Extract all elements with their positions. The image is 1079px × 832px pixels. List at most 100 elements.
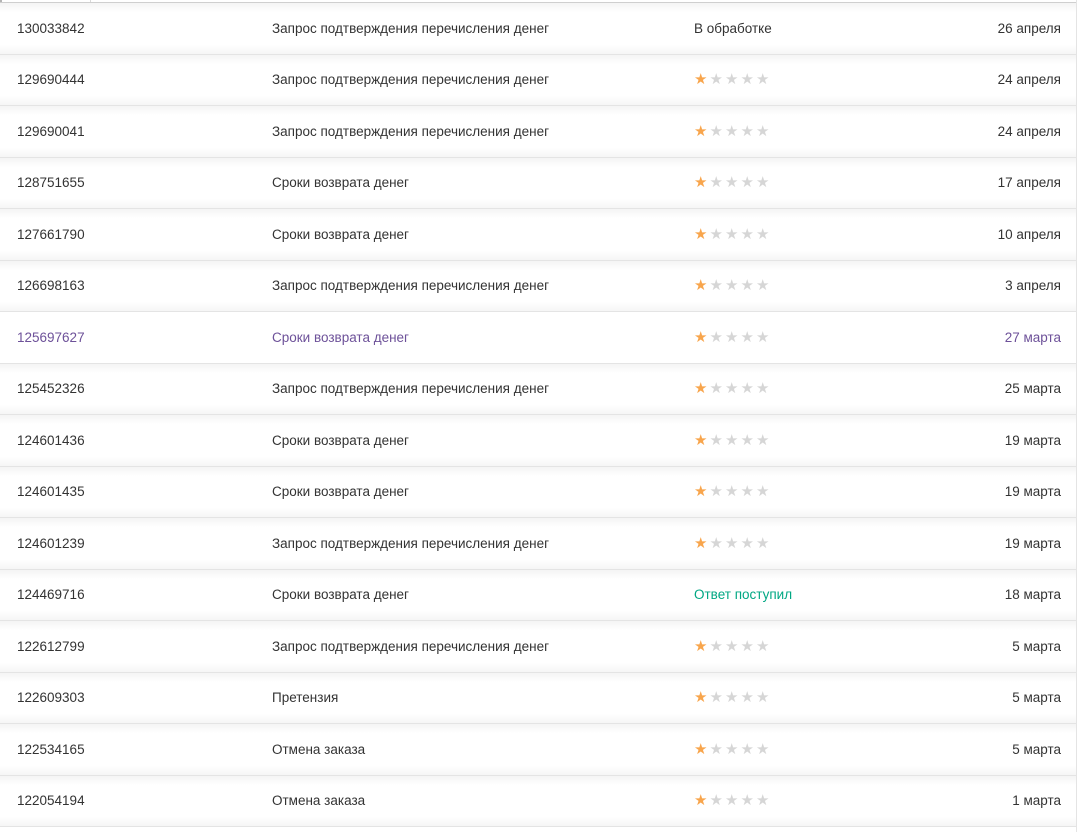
table-row[interactable]: 124601239 Запрос подтверждения перечисле… bbox=[0, 517, 1077, 569]
request-date: 27 марта bbox=[950, 330, 1077, 345]
star-empty-icon: ★ bbox=[710, 381, 726, 396]
rating-stars: ★★★★★ bbox=[694, 381, 772, 396]
star-filled-icon: ★ bbox=[694, 278, 710, 293]
request-status: ★★★★★ bbox=[694, 433, 950, 448]
star-filled-icon: ★ bbox=[694, 536, 710, 551]
rating-stars: ★★★★★ bbox=[694, 278, 772, 293]
star-empty-icon: ★ bbox=[741, 72, 757, 87]
request-topic: Запрос подтверждения перечисления денег bbox=[272, 124, 694, 139]
request-topic: Отмена заказа bbox=[272, 793, 694, 808]
request-id: 126698163 bbox=[0, 278, 272, 293]
table-row[interactable]: 129690041 Запрос подтверждения перечисле… bbox=[0, 105, 1077, 157]
star-empty-icon: ★ bbox=[741, 330, 757, 345]
request-topic: Сроки возврата денег bbox=[272, 433, 694, 448]
request-status: ★★★★★ bbox=[694, 536, 950, 551]
table-row[interactable]: 122534165 Отмена заказа ★★★★★ 5 марта bbox=[0, 723, 1077, 775]
star-empty-icon: ★ bbox=[756, 433, 772, 448]
table-row[interactable]: 130033842 Запрос подтверждения перечисле… bbox=[0, 2, 1077, 54]
rating-stars: ★★★★★ bbox=[694, 72, 772, 87]
star-empty-icon: ★ bbox=[725, 227, 741, 242]
request-status: ★★★★★ bbox=[694, 124, 950, 139]
rating-stars: ★★★★★ bbox=[694, 690, 772, 705]
request-topic: Сроки возврата денег bbox=[272, 587, 694, 602]
request-topic: Запрос подтверждения перечисления денег bbox=[272, 536, 694, 551]
rating-stars: ★★★★★ bbox=[694, 793, 772, 808]
star-empty-icon: ★ bbox=[725, 742, 741, 757]
table-row[interactable]: 122609303 Претензия ★★★★★ 5 марта bbox=[0, 672, 1077, 724]
table-row[interactable]: 126698163 Запрос подтверждения перечисле… bbox=[0, 260, 1077, 312]
request-status: В обработке bbox=[694, 21, 950, 36]
star-empty-icon: ★ bbox=[756, 175, 772, 190]
star-empty-icon: ★ bbox=[756, 536, 772, 551]
request-topic: Сроки возврата денег bbox=[272, 484, 694, 499]
star-empty-icon: ★ bbox=[741, 381, 757, 396]
rating-stars: ★★★★★ bbox=[694, 484, 772, 499]
request-topic: Запрос подтверждения перечисления денег bbox=[272, 72, 694, 87]
star-empty-icon: ★ bbox=[756, 278, 772, 293]
star-filled-icon: ★ bbox=[694, 330, 710, 345]
star-empty-icon: ★ bbox=[725, 381, 741, 396]
request-status: ★★★★★ bbox=[694, 484, 950, 499]
table-row[interactable]: 124601436 Сроки возврата денег ★★★★★ 19 … bbox=[0, 414, 1077, 466]
table-row[interactable]: 124601435 Сроки возврата денег ★★★★★ 19 … bbox=[0, 466, 1077, 518]
request-id: 125697627 bbox=[0, 330, 272, 345]
table-row[interactable]: 129690444 Запрос подтверждения перечисле… bbox=[0, 54, 1077, 106]
table-row[interactable]: 124469716 Сроки возврата денег Ответ пос… bbox=[0, 569, 1077, 621]
request-topic: Запрос подтверждения перечисления денег bbox=[272, 639, 694, 654]
star-empty-icon: ★ bbox=[725, 484, 741, 499]
table-row[interactable]: 127661790 Сроки возврата денег ★★★★★ 10 … bbox=[0, 208, 1077, 260]
star-empty-icon: ★ bbox=[725, 124, 741, 139]
request-date: 24 апреля bbox=[950, 124, 1077, 139]
star-empty-icon: ★ bbox=[710, 484, 726, 499]
request-date: 17 апреля bbox=[950, 175, 1077, 190]
star-empty-icon: ★ bbox=[725, 175, 741, 190]
table-row[interactable]: 125452326 Запрос подтверждения перечисле… bbox=[0, 363, 1077, 415]
star-empty-icon: ★ bbox=[756, 381, 772, 396]
table-row[interactable]: 122612799 Запрос подтверждения перечисле… bbox=[0, 620, 1077, 672]
star-empty-icon: ★ bbox=[756, 72, 772, 87]
rating-stars: ★★★★★ bbox=[694, 124, 772, 139]
request-status: ★★★★★ bbox=[694, 793, 950, 808]
request-id: 125452326 bbox=[0, 381, 272, 396]
star-empty-icon: ★ bbox=[741, 227, 757, 242]
star-empty-icon: ★ bbox=[710, 330, 726, 345]
star-empty-icon: ★ bbox=[741, 690, 757, 705]
request-id: 124469716 bbox=[0, 587, 272, 602]
star-empty-icon: ★ bbox=[710, 690, 726, 705]
request-date: 19 марта bbox=[950, 484, 1077, 499]
support-requests-page: 130033842 Запрос подтверждения перечисле… bbox=[0, 0, 1079, 832]
table-row[interactable]: 128751655 Сроки возврата денег ★★★★★ 17 … bbox=[0, 157, 1077, 209]
request-id: 129690444 bbox=[0, 72, 272, 87]
star-empty-icon: ★ bbox=[725, 536, 741, 551]
star-filled-icon: ★ bbox=[694, 690, 710, 705]
request-id: 122609303 bbox=[0, 690, 272, 705]
star-empty-icon: ★ bbox=[710, 72, 726, 87]
star-empty-icon: ★ bbox=[725, 793, 741, 808]
star-empty-icon: ★ bbox=[741, 793, 757, 808]
star-empty-icon: ★ bbox=[741, 433, 757, 448]
star-empty-icon: ★ bbox=[756, 484, 772, 499]
rating-stars: ★★★★★ bbox=[694, 433, 772, 448]
rating-stars: ★★★★★ bbox=[694, 227, 772, 242]
request-topic: Запрос подтверждения перечисления денег bbox=[272, 21, 694, 36]
star-empty-icon: ★ bbox=[756, 742, 772, 757]
request-date: 25 марта bbox=[950, 381, 1077, 396]
star-empty-icon: ★ bbox=[710, 278, 726, 293]
star-empty-icon: ★ bbox=[741, 639, 757, 654]
star-empty-icon: ★ bbox=[710, 536, 726, 551]
star-empty-icon: ★ bbox=[710, 742, 726, 757]
table-row[interactable]: 122054194 Отмена заказа ★★★★★ 1 марта bbox=[0, 775, 1077, 827]
request-id: 124601436 bbox=[0, 433, 272, 448]
star-empty-icon: ★ bbox=[725, 433, 741, 448]
star-empty-icon: ★ bbox=[710, 793, 726, 808]
request-date: 18 марта bbox=[950, 587, 1077, 602]
rating-stars: ★★★★★ bbox=[694, 330, 772, 345]
request-id: 122054194 bbox=[0, 793, 272, 808]
star-filled-icon: ★ bbox=[694, 433, 710, 448]
request-id: 122612799 bbox=[0, 639, 272, 654]
table-right-border bbox=[1076, 0, 1077, 832]
star-empty-icon: ★ bbox=[741, 175, 757, 190]
star-filled-icon: ★ bbox=[694, 793, 710, 808]
table-row[interactable]: 125697627 Сроки возврата денег ★★★★★ 27 … bbox=[0, 311, 1077, 363]
request-date: 3 апреля bbox=[950, 278, 1077, 293]
